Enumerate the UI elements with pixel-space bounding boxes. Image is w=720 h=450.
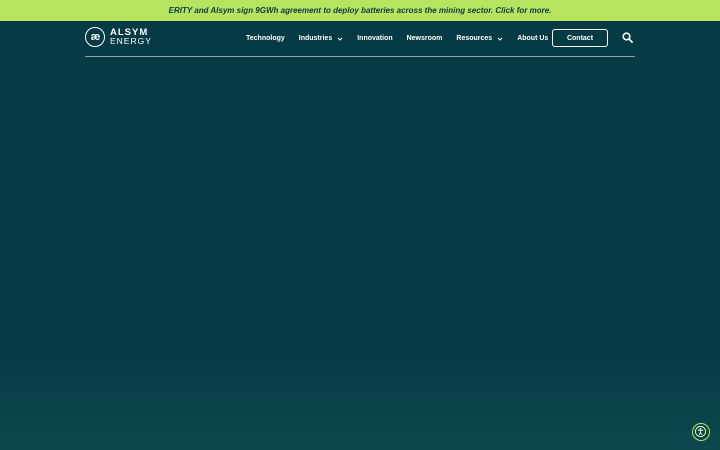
logo-wordmark: ALSYM ENERGY xyxy=(110,28,152,46)
logo-line-2: ENERGY xyxy=(110,36,152,46)
nav-item-label: Innovation xyxy=(357,35,393,42)
hero-background-image xyxy=(0,340,720,450)
search-icon[interactable] xyxy=(622,32,633,43)
nav-item-innovation[interactable]: Innovation xyxy=(357,35,392,42)
nav-item-about-us[interactable]: About Us xyxy=(517,35,548,42)
announcement-banner[interactable]: ERITY and Alsym sign 9GWh agreement to d… xyxy=(0,0,720,21)
nav-item-label: About Us xyxy=(517,35,549,42)
nav-item-industries[interactable]: Industries xyxy=(299,35,343,42)
site-header: æ ALSYM ENERGY Technology Industries Inn… xyxy=(85,21,635,57)
nav-item-label: Newsroom xyxy=(406,35,443,42)
nav-item-label: Resources xyxy=(456,35,493,42)
accessibility-icon xyxy=(695,426,706,437)
nav-item-resources[interactable]: Resources xyxy=(456,35,503,42)
nav-item-newsroom[interactable]: Newsroom xyxy=(407,35,443,42)
main-nav: Technology Industries Innovation Newsroo… xyxy=(246,21,562,56)
chevron-down-icon xyxy=(337,37,343,41)
chevron-down-icon xyxy=(497,37,503,41)
nav-item-label: Technology xyxy=(246,35,285,42)
nav-item-label: Industries xyxy=(298,35,333,42)
announcement-text[interactable]: ERITY and Alsym sign 9GWh agreement to d… xyxy=(169,6,552,15)
accessibility-button[interactable] xyxy=(692,423,710,441)
logo-mark: æ xyxy=(85,27,105,47)
logo[interactable]: æ ALSYM ENERGY xyxy=(85,27,152,47)
nav-item-technology[interactable]: Technology xyxy=(246,35,285,42)
contact-button[interactable]: Contact xyxy=(552,29,608,47)
